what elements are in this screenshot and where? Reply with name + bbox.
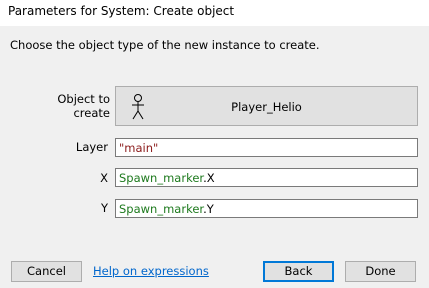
- y-input[interactable]: Spawn_marker.Y: [115, 199, 418, 218]
- x-input[interactable]: Spawn_marker.X: [115, 168, 418, 187]
- x-object-ref: Spawn_marker: [119, 171, 204, 185]
- y-object-ref: Spawn_marker: [119, 202, 204, 216]
- layer-input[interactable]: "main": [115, 138, 418, 157]
- layer-label: Layer: [75, 140, 108, 154]
- done-button[interactable]: Done: [345, 261, 416, 282]
- object-picker-button[interactable]: Player_Helio: [115, 86, 418, 126]
- back-button[interactable]: Back: [263, 261, 334, 282]
- y-label: Y: [100, 201, 108, 215]
- window-title: Parameters for System: Create object: [8, 4, 235, 18]
- instruction-text: Choose the object type of the new instan…: [10, 38, 320, 52]
- y-expression: .Y: [203, 202, 214, 216]
- title-bar: Parameters for System: Create object: [0, 0, 429, 26]
- object-name: Player_Helio: [231, 100, 302, 114]
- x-expression: .X: [203, 171, 215, 185]
- help-on-expressions-link[interactable]: Help on expressions: [93, 264, 209, 278]
- x-label: X: [100, 171, 108, 185]
- object-to-create-label: Object to create: [57, 92, 110, 120]
- cancel-button[interactable]: Cancel: [11, 261, 82, 282]
- layer-value: "main": [119, 141, 159, 155]
